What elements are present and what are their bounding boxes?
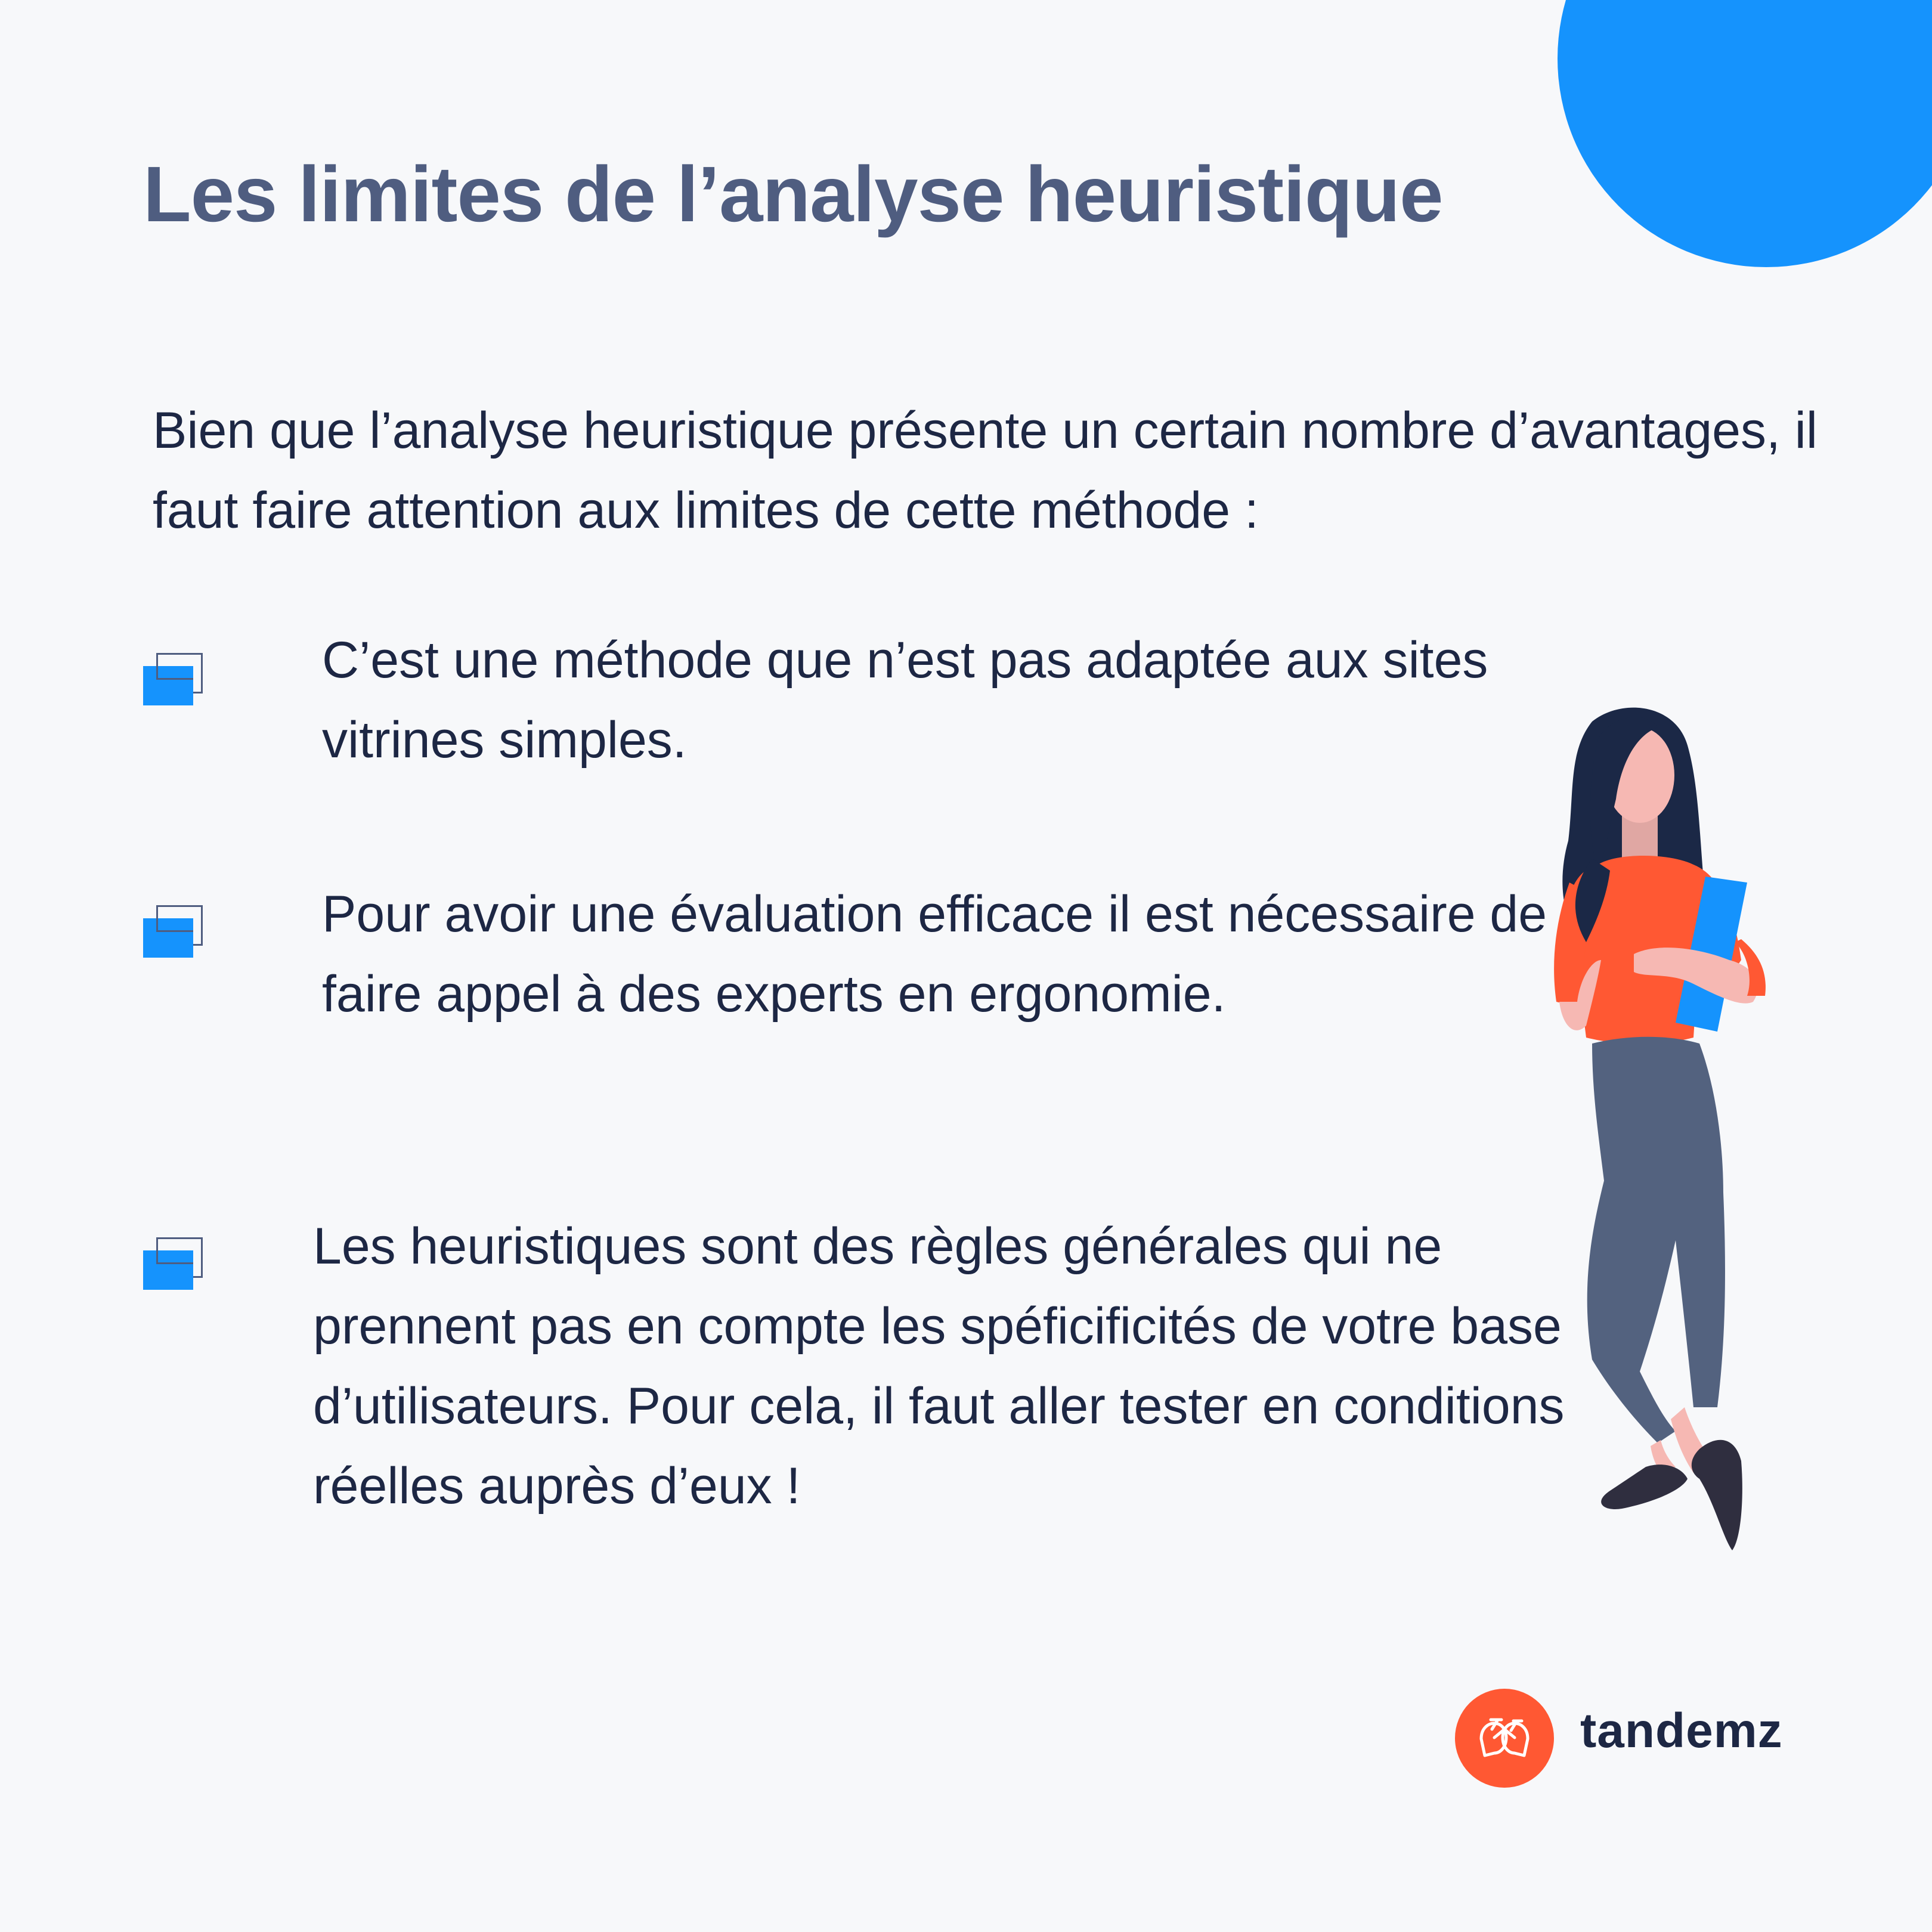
intro-paragraph: Bien que l’analyse heuristique présente … [153, 402, 1818, 539]
tandemz-logo-icon [1455, 1689, 1554, 1788]
woman-holding-folder-illustration [1554, 707, 1766, 1550]
brand-name: tandemz [1580, 1704, 1783, 1758]
stacked-squares-icon [143, 905, 205, 962]
list-item-text: C’est une méthode que n’est pas adaptée … [322, 631, 1488, 769]
stacked-squares-icon [143, 653, 205, 710]
stacked-squares-icon [143, 1237, 205, 1295]
list-item-text: Pour avoir une évaluation efficace il es… [322, 886, 1547, 1023]
slide: Les limites de l’analyse heuristique Bie… [0, 0, 1932, 1932]
list-item-text: Les heuristiques sont des règles général… [313, 1218, 1565, 1515]
decorative-circle [1558, 0, 1932, 267]
page-title: Les limites de l’analyse heuristique [143, 150, 1444, 238]
